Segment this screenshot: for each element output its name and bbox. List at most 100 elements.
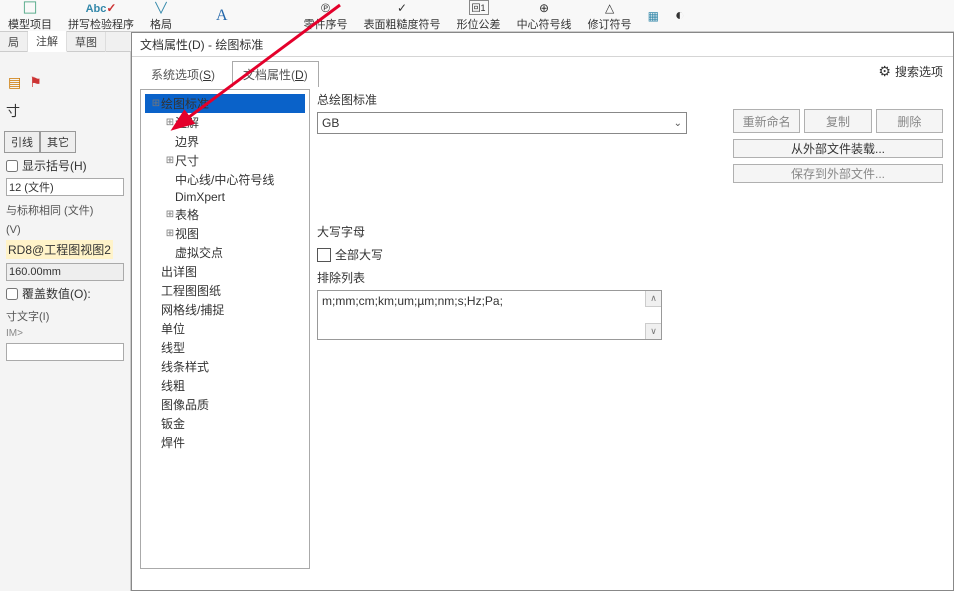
expander-icon[interactable]: ⊞ <box>165 155 175 166</box>
tab-sketch[interactable]: 草图 <box>67 32 106 52</box>
btn-copy[interactable]: 复制 <box>804 109 871 133</box>
tab-system-options[interactable]: 系统选项(S) <box>140 61 226 87</box>
scroll-down-icon[interactable]: ∨ <box>645 323 661 339</box>
tree-item[interactable]: 工程图图纸 <box>145 281 305 300</box>
options-tree[interactable]: ⊞绘图标准⊞注解边界⊞尺寸中心线/中心符号线DimXpert⊞表格⊞视图虚拟交点… <box>140 89 310 569</box>
tree-item-label: 中心线/中心符号线 <box>175 171 274 188</box>
sec-v: (V) <box>6 224 124 236</box>
tree-item[interactable]: 焊件 <box>145 433 305 452</box>
tree-item-label: 边界 <box>175 133 199 150</box>
gear-icon: ⚙ <box>878 63 891 80</box>
tree-item-label: 焊件 <box>161 434 185 451</box>
tool-format[interactable]: 格局 <box>142 0 180 32</box>
abc-icon: Abc✓ <box>86 1 117 15</box>
ltab-other[interactable]: 其它 <box>40 131 76 153</box>
search-options[interactable]: ⚙ 搜索选项 <box>878 63 943 80</box>
sphere-icon: ◐ <box>675 7 685 25</box>
chevron-down-icon: ⌄ <box>674 118 682 129</box>
gtol-icon: 回1 <box>469 0 489 15</box>
tab-document-properties[interactable]: 文档属性(D) <box>232 61 319 87</box>
tree-item[interactable]: ⊞表格 <box>145 205 305 224</box>
tool-centermark[interactable]: ⊕ 中心符号线 <box>509 0 580 32</box>
checkbox-override[interactable] <box>6 288 18 300</box>
tool-gtol[interactable]: 回1 形位公差 <box>449 0 509 32</box>
list-icon[interactable]: ▤ <box>8 74 21 91</box>
property-panel: ▤ ⚑ 寸 引线 其它 显示括号(H) 与标称相同 (文件) (V) RD8@工… <box>0 52 131 591</box>
tree-item[interactable]: 钣金 <box>145 414 305 433</box>
grid-icon: ▦ <box>648 9 659 23</box>
tree-item[interactable]: 线粗 <box>145 376 305 395</box>
tree-item[interactable]: 中心线/中心符号线 <box>145 170 305 189</box>
tree-item[interactable]: ⊞注解 <box>145 113 305 132</box>
tree-item[interactable]: 图像品质 <box>145 395 305 414</box>
tool-surface[interactable]: ✓ 表面粗糙度符号 <box>356 0 449 32</box>
tree-item[interactable]: 出详图 <box>145 262 305 281</box>
balloon-icon: ℗ <box>321 1 330 15</box>
center-icon: ⊕ <box>539 1 549 15</box>
format-icon <box>153 0 169 15</box>
checkbox-all-caps[interactable] <box>317 248 331 262</box>
tree-item-label: 单位 <box>161 320 185 337</box>
dim-text-input[interactable] <box>6 343 124 361</box>
same-as-title: 与标称相同 (文件) <box>6 202 124 218</box>
std-combo[interactable]: GB ⌄ <box>317 112 687 134</box>
scroll-up-icon[interactable]: ∧ <box>645 291 661 307</box>
panel-title: 寸 <box>6 101 124 121</box>
dimension-link[interactable]: RD8@工程图视图2 <box>6 240 113 259</box>
btn-rename[interactable]: 重新命名 <box>733 109 800 133</box>
exclude-label: 排除列表 <box>317 269 667 286</box>
tree-item-label: 钣金 <box>161 415 185 432</box>
tab-layout[interactable]: 局 <box>0 32 28 52</box>
tree-item-label: 虚拟交点 <box>175 244 223 261</box>
dim-text-label: 寸文字(I) <box>6 308 124 324</box>
btn-load-external[interactable]: 从外部文件装载... <box>733 139 943 158</box>
tool-sphere[interactable]: ◐ <box>667 0 693 32</box>
tree-item-label: 出详图 <box>161 263 197 280</box>
tree-item[interactable]: 网格线/捕捉 <box>145 300 305 319</box>
tool-grid[interactable]: ▦ <box>640 0 667 32</box>
tree-item-label: DimXpert <box>175 190 225 204</box>
tree-item[interactable]: 边界 <box>145 132 305 151</box>
tool-revision[interactable]: △ 修订符号 <box>580 0 640 32</box>
ribbon-toolbar: 模型项目 Abc✓ 拼写检验程序 格局 A ℗ 零件序号 ✓ 表面粗糙度符号 回… <box>0 0 954 32</box>
tab-annotation[interactable]: 注解 <box>28 31 67 52</box>
exclude-listbox[interactable]: m;mm;cm;km;um;µm;nm;s;Hz;Pa; ∧ ∨ <box>317 290 662 340</box>
tree-item-label: 线粗 <box>161 377 185 394</box>
tree-item[interactable]: 线型 <box>145 338 305 357</box>
dim-text-val: IM> <box>6 328 124 339</box>
tree-item[interactable]: 单位 <box>145 319 305 338</box>
expander-icon[interactable]: ⊞ <box>165 209 175 220</box>
dim-value[interactable] <box>6 263 124 281</box>
tree-item[interactable]: ⊞尺寸 <box>145 151 305 170</box>
std-label: 总绘图标准 <box>317 91 837 108</box>
document-properties-dialog: 文档属性(D) - 绘图标准 系统选项(S) 文档属性(D) ⚙ 搜索选项 ⊞绘… <box>131 32 954 591</box>
tool-font[interactable]: A <box>208 0 236 32</box>
expander-icon[interactable]: ⊞ <box>165 228 175 239</box>
flag-icon[interactable]: ⚑ <box>29 74 42 91</box>
file-input[interactable] <box>6 178 124 196</box>
ltab-leader[interactable]: 引线 <box>4 131 40 153</box>
tree-item[interactable]: ⊞绘图标准 <box>145 94 305 113</box>
tree-item[interactable]: 虚拟交点 <box>145 243 305 262</box>
tool-spellcheck[interactable]: Abc✓ 拼写检验程序 <box>60 0 142 32</box>
tree-item[interactable]: ⊞视图 <box>145 224 305 243</box>
triangle-icon: △ <box>605 1 614 15</box>
btn-save-external[interactable]: 保存到外部文件... <box>733 164 943 183</box>
tool-balloon[interactable]: ℗ 零件序号 <box>296 0 356 32</box>
tree-item-label: 线型 <box>161 339 185 356</box>
caps-header: 大写字母 <box>317 223 667 240</box>
font-icon: A <box>216 7 228 25</box>
tree-item-label: 表格 <box>175 206 199 223</box>
tree-item-label: 工程图图纸 <box>161 282 221 299</box>
tool-model[interactable]: 模型项目 <box>0 0 60 32</box>
tree-item-label: 注解 <box>175 114 199 131</box>
tree-item-label: 尺寸 <box>175 152 199 169</box>
tree-item[interactable]: DimXpert <box>145 189 305 205</box>
tree-item-label: 绘图标准 <box>161 95 209 112</box>
btn-delete[interactable]: 删除 <box>876 109 943 133</box>
checkbox-show-paren[interactable] <box>6 160 18 172</box>
tree-item[interactable]: 线条样式 <box>145 357 305 376</box>
check-icon: ✓ <box>397 1 407 15</box>
expander-icon[interactable]: ⊞ <box>165 117 175 128</box>
expander-icon[interactable]: ⊞ <box>151 98 161 109</box>
